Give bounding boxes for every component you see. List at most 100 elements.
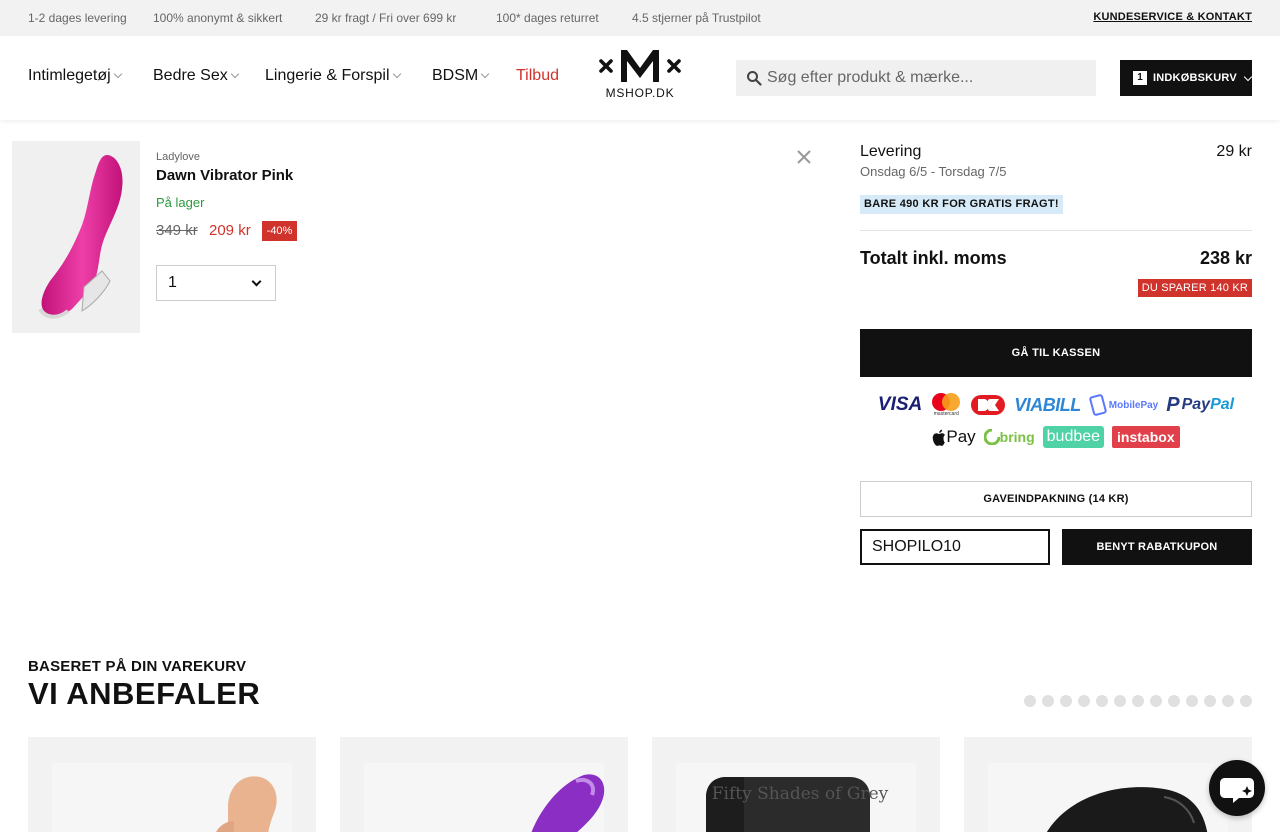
dankort-icon [971, 395, 1006, 415]
recommended-product-card[interactable] [340, 737, 628, 832]
usp-delivery: 1-2 dages levering [28, 11, 127, 25]
cart-button[interactable]: 1 INDKØBSKURV [1120, 60, 1253, 96]
bring-icon [983, 429, 1000, 445]
recommended-product-card[interactable]: Fifty Shades of Grey [652, 737, 940, 832]
mobilepay-icon [1089, 394, 1107, 416]
bring-label: bring [999, 429, 1035, 445]
site-logo[interactable]: MSHOP.DK [596, 46, 684, 100]
carousel-dot[interactable] [1222, 695, 1234, 707]
carousel-dots[interactable] [1018, 695, 1252, 707]
recommendations-title: VI ANBEFALER [28, 676, 261, 711]
usp-trustpilot: 4.5 stjerner på Trustpilot [632, 11, 761, 25]
cart-count-badge: 1 [1133, 71, 1147, 85]
purple-toy-product-image [364, 763, 605, 832]
usp-returns: 100* dages returret [496, 11, 599, 25]
carousel-dot[interactable] [1096, 695, 1108, 707]
top-info-bar: 1-2 dages levering 100% anonymt & sikker… [0, 0, 1280, 36]
chevron-down-icon [392, 69, 401, 79]
nav-label: BDSM [432, 67, 479, 84]
bring-logo: bring [983, 429, 1035, 445]
nav-item-intimlegetoj[interactable]: Intimlegetøj [28, 67, 122, 85]
usp-anonymous: 100% anonymt & sikkert [153, 11, 283, 25]
summary-divider [860, 230, 1252, 231]
apple-icon [933, 429, 946, 446]
paypal-word-b: Pal [1210, 396, 1235, 413]
product-name[interactable]: Dawn Vibrator Pink [156, 167, 293, 184]
paypal-word-a: Pay [1181, 396, 1211, 413]
sale-price: 209 kr [209, 222, 251, 239]
nav-item-bdsm[interactable]: BDSM [432, 67, 490, 85]
stock-status: På lager [156, 195, 205, 210]
carousel-dot[interactable] [1132, 695, 1144, 707]
mastercard-caption: mastercard [933, 411, 959, 417]
visa-logo: VISA [877, 394, 923, 415]
payment-logos-row-1: VISA mastercard VIABILL MobilePay P Pay Pa… [860, 392, 1252, 418]
delivery-price: 29 kr [1216, 143, 1252, 160]
chat-icon [1220, 778, 1254, 803]
nav-label: Lingerie & Forspil [265, 67, 390, 84]
site-header: Intimlegetøj Bedre Sex Lingerie & Forspi… [0, 36, 1280, 120]
usp-shipping: 29 kr fragt / Fri over 699 kr [315, 11, 457, 25]
vibrator-product-image [38, 155, 123, 319]
search-icon [747, 71, 762, 86]
carousel-dot[interactable] [1168, 695, 1180, 707]
recommendations-subtitle: BASERET PÅ DIN VAREKURV [28, 658, 247, 675]
carousel-dot[interactable] [1024, 695, 1036, 707]
dankort-logo [970, 394, 1006, 416]
total-label: Totalt inkl. moms [860, 248, 1007, 268]
quantity-value: 1 [168, 274, 177, 291]
customer-service-link[interactable]: KUNDESERVICE & KONTAKT [1093, 11, 1252, 23]
mobilepay-label: MobilePay [1108, 399, 1159, 411]
mobilepay-logo: MobilePay [1089, 394, 1158, 416]
payment-logos-row-2: Pay bring budbee instabox [860, 425, 1252, 449]
carousel-dot[interactable] [1204, 695, 1216, 707]
recommended-product-card[interactable] [28, 737, 316, 832]
chevron-down-icon [113, 69, 122, 79]
product-brand[interactable]: Ladylove [156, 151, 200, 163]
remove-item-button[interactable] [795, 148, 813, 166]
delivery-label: Levering [860, 143, 922, 160]
carousel-dot[interactable] [1150, 695, 1162, 707]
chat-button[interactable] [1209, 760, 1265, 816]
savings-badge: DU SPARER 140 KR [1137, 279, 1252, 297]
mastercard-icon [932, 393, 961, 411]
carousel-dot[interactable] [1042, 695, 1054, 707]
apply-coupon-button[interactable]: BENYT RABATKUPON [1062, 529, 1252, 565]
coupon-input[interactable] [860, 529, 1050, 565]
delivery-dates: Onsdag 6/5 - Torsdag 7/5 [860, 164, 1007, 179]
original-price: 349 kr [156, 222, 198, 239]
instabox-logo: instabox [1112, 426, 1180, 448]
nav-label: Bedre Sex [153, 67, 228, 84]
nav-item-bedre-sex[interactable]: Bedre Sex [153, 67, 239, 85]
discount-badge: -40% [262, 221, 297, 241]
paypal-p-icon: P [1166, 393, 1180, 416]
carousel-dot[interactable] [1060, 695, 1072, 707]
logo-text: MSHOP.DK [605, 86, 675, 100]
search-bar[interactable] [736, 60, 1096, 96]
quantity-select[interactable]: 1 [156, 265, 276, 301]
checkout-button[interactable]: GÅ TIL KASSEN [860, 329, 1252, 377]
close-icon [797, 150, 811, 164]
cart-label: INDKØBSKURV [1153, 72, 1237, 84]
viabill-logo: VIABILL [1014, 394, 1081, 415]
carousel-dot[interactable] [1240, 695, 1252, 707]
free-shipping-notice: BARE 490 KR FOR GRATIS FRAGT! [860, 195, 1063, 214]
logo-mark-icon [599, 50, 681, 82]
chevron-down-icon [230, 69, 239, 79]
total-value: 238 kr [1199, 248, 1252, 268]
gift-wrap-button[interactable]: GAVEINDPAKNING (14 KR) [860, 481, 1252, 517]
nav-label: Intimlegetøj [28, 67, 111, 84]
product-image[interactable] [12, 141, 140, 333]
carousel-dot[interactable] [1114, 695, 1126, 707]
carousel-dot[interactable] [1186, 695, 1198, 707]
dildo-product-image [52, 763, 292, 832]
chevron-down-icon [1243, 72, 1253, 81]
applepay-logo: Pay [932, 427, 976, 447]
budbee-logo: budbee [1042, 426, 1105, 448]
carousel-dot[interactable] [1078, 695, 1090, 707]
nav-item-tilbud[interactable]: Tilbud [516, 67, 559, 85]
search-input[interactable] [767, 60, 1087, 96]
nav-item-lingerie[interactable]: Lingerie & Forspil [265, 67, 401, 85]
chevron-down-icon [251, 276, 262, 287]
fifty-shades-product-image: Fifty Shades of Grey [676, 763, 916, 832]
